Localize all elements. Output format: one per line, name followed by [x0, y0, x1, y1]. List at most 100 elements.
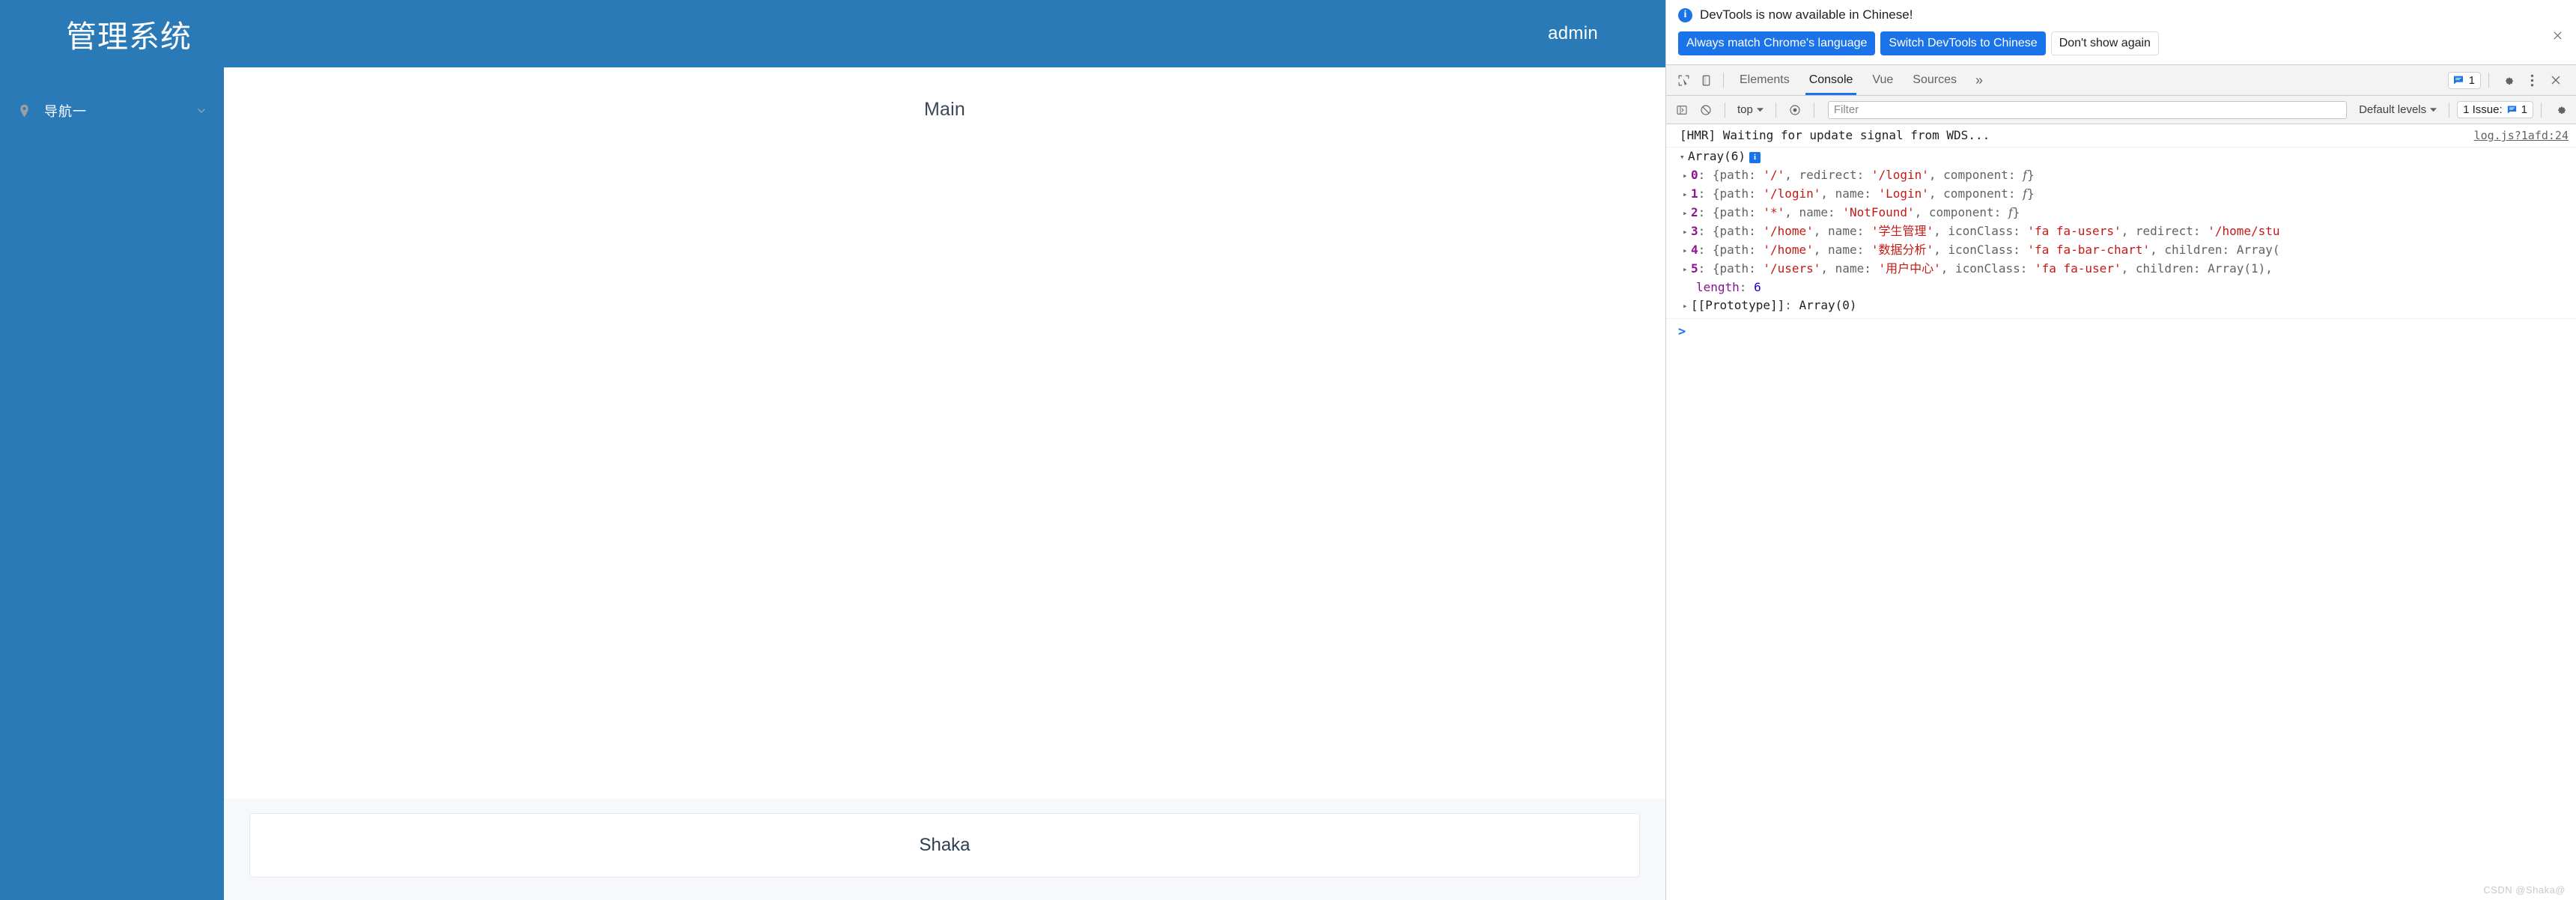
- tabbar-right-divider: [2488, 73, 2489, 88]
- content-blank-space: [224, 121, 1665, 798]
- console-prompt-caret: >: [1678, 324, 1686, 340]
- console-filter-bar: top Default levels: [1666, 96, 2576, 125]
- devtools-tabbar: Elements Console Vue Sources » 1: [1666, 64, 2576, 97]
- main-content-label: Main: [924, 99, 965, 120]
- footer-label: Shaka: [919, 835, 970, 855]
- location-pin-icon: [16, 103, 32, 119]
- devtools-panel: i DevTools is now available in Chinese! …: [1665, 0, 2576, 900]
- array-entry-row[interactable]: ▸ 5: {path: '/users', name: '用户中心', iconC…: [1666, 260, 2576, 279]
- prototype-key: [[Prototype]]: [1691, 298, 1785, 313]
- app-content-area: Main Shaka: [224, 67, 1665, 900]
- footer-card: Shaka: [249, 813, 1640, 878]
- app-main-column: admin Main Shaka: [224, 0, 1665, 900]
- message-badge-icon: [2453, 76, 2463, 85]
- expand-arrow-icon[interactable]: ▸: [1683, 242, 1691, 260]
- tab-sources[interactable]: Sources: [1903, 65, 1966, 95]
- close-devtools-icon[interactable]: [2545, 69, 2567, 91]
- message-badge-icon: [2507, 106, 2516, 114]
- expand-arrow-icon[interactable]: ▾: [1680, 148, 1688, 166]
- array-prototype-row[interactable]: ▸ [[Prototype]]: Array(0): [1666, 297, 2576, 315]
- tab-elements[interactable]: Elements: [1730, 65, 1799, 95]
- gear-icon[interactable]: [2497, 69, 2519, 91]
- web-app-viewport: 管理系统 导航一 admin Main Shaka: [0, 0, 1665, 900]
- banner-message: DevTools is now available in Chinese!: [1700, 7, 1913, 22]
- chevron-down-icon[interactable]: [195, 105, 207, 117]
- array-entry-row[interactable]: ▸ 0: {path: '/', redirect: '/login', comp…: [1666, 166, 2576, 185]
- tab-console[interactable]: Console: [1799, 65, 1863, 96]
- tabbar-right-actions: 1: [2447, 69, 2570, 91]
- expand-arrow-icon[interactable]: ▸: [1683, 167, 1691, 185]
- array-entry-row[interactable]: ▸ 2: {path: '*', name: 'NotFound', compon…: [1666, 204, 2576, 222]
- tabbar-divider: [1723, 73, 1724, 88]
- array-entry-index: 2: [1691, 205, 1698, 220]
- expand-arrow-icon[interactable]: ▸: [1683, 186, 1691, 204]
- sidebar-item-label: 导航一: [44, 104, 87, 119]
- console-message-list[interactable]: [HMR] Waiting for update signal from WDS…: [1666, 124, 2576, 900]
- always-match-chrome-language-button[interactable]: Always match Chrome's language: [1678, 31, 1876, 56]
- array-entry-value: {path: '/home', name: '数据分析', iconClass:…: [1712, 243, 2280, 258]
- issues-bar-label: 1 Issue:: [2463, 103, 2503, 117]
- console-array-header[interactable]: ▾ Array(6) i: [1666, 148, 2576, 166]
- devtools-tab-list: Elements Console Vue Sources »: [1730, 65, 1992, 96]
- array-entry-value: {path: '/login', name: 'Login', componen…: [1712, 186, 2035, 201]
- device-toolbar-icon[interactable]: [1695, 69, 1717, 91]
- tab-vue[interactable]: Vue: [1862, 65, 1903, 95]
- console-message-source-link[interactable]: log.js?1afd:24: [2474, 127, 2569, 145]
- app-footer: Shaka: [224, 798, 1665, 900]
- array-entry-index: 0: [1691, 168, 1698, 183]
- filterbar-divider-2: [1775, 102, 1776, 118]
- chevron-double-right-icon[interactable]: »: [1966, 65, 1992, 95]
- array-entry-row[interactable]: ▸ 4: {path: '/home', name: '数据分析', iconCl…: [1666, 241, 2576, 260]
- array-entry-row[interactable]: ▸ 3: {path: '/home', name: '学生管理', iconCl…: [1666, 222, 2576, 241]
- app-body: 管理系统 导航一 admin Main Shaka: [0, 0, 1665, 900]
- console-message-text: [HMR] Waiting for update signal from WDS…: [1680, 128, 1990, 143]
- console-message-hmr[interactable]: [HMR] Waiting for update signal from WDS…: [1666, 124, 2576, 148]
- devtools-language-banner: i DevTools is now available in Chinese! …: [1666, 0, 2576, 65]
- execution-context-label: top: [1737, 103, 1753, 117]
- dont-show-again-button[interactable]: Don't show again: [2050, 31, 2159, 56]
- array-entry-index: 4: [1691, 243, 1698, 258]
- switch-devtools-to-chinese-button[interactable]: Switch DevTools to Chinese: [1880, 31, 2046, 56]
- array-entry-index: 5: [1691, 261, 1698, 276]
- array-entry-value: {path: '*', name: 'NotFound', component:…: [1712, 205, 2020, 220]
- inspect-cursor-icon[interactable]: [1672, 69, 1695, 91]
- app-header: admin: [224, 0, 1665, 67]
- screen-root: 管理系统 导航一 admin Main Shaka i DevTools is …: [0, 0, 2576, 900]
- sidebar-item-nav-one[interactable]: 导航一: [0, 94, 224, 127]
- console-sidebar-icon[interactable]: [1671, 99, 1693, 121]
- console-prompt[interactable]: >: [1666, 319, 2576, 341]
- array-entry-value: {path: '/users', name: '用户中心', iconClass…: [1712, 261, 2273, 276]
- array-entry-index: 1: [1691, 186, 1698, 201]
- caret-down-icon: [2430, 108, 2437, 112]
- issues-counter-button[interactable]: 1: [2447, 71, 2481, 89]
- banner-close-icon[interactable]: [2549, 27, 2566, 43]
- expand-arrow-icon[interactable]: ▸: [1683, 261, 1691, 279]
- issues-count: 1: [2468, 73, 2475, 87]
- sidebar: 管理系统 导航一: [0, 0, 224, 900]
- expand-arrow-icon[interactable]: ▸: [1683, 223, 1691, 241]
- array-entry-value: {path: '/', redirect: '/login', componen…: [1712, 168, 2035, 183]
- app-brand-title: 管理系统: [66, 19, 192, 54]
- kebab-menu-icon[interactable]: [2521, 69, 2543, 91]
- array-length-key: length: [1696, 280, 1740, 295]
- info-icon: i: [1678, 7, 1692, 22]
- issues-bar-button[interactable]: 1 Issue: 1: [2457, 101, 2533, 119]
- array-entry-index: 3: [1691, 224, 1698, 239]
- expand-arrow-icon[interactable]: ▸: [1683, 297, 1691, 315]
- console-settings-gear-icon[interactable]: [2549, 99, 2572, 121]
- eye-icon[interactable]: [1784, 99, 1806, 121]
- current-user-label[interactable]: admin: [1548, 23, 1598, 44]
- filterbar-divider-5: [2541, 102, 2542, 118]
- array-entry-value: {path: '/home', name: '学生管理', iconClass:…: [1712, 224, 2280, 239]
- console-array-group: Menu.vue?ae1e:27 ▾Array(6)i ▸0: {path: '…: [1666, 148, 2576, 320]
- clear-console-icon[interactable]: [1695, 99, 1717, 121]
- banner-actions: Always match Chrome's language Switch De…: [1678, 31, 2566, 56]
- info-badge-icon[interactable]: i: [1749, 152, 1761, 164]
- expand-arrow-icon[interactable]: ▸: [1683, 204, 1691, 222]
- prototype-value: Array(0): [1799, 298, 1857, 313]
- array-entry-row[interactable]: ▸ 1: {path: '/login', name: 'Login', comp…: [1666, 185, 2576, 204]
- console-filter-input[interactable]: [1827, 100, 2348, 119]
- log-levels-dropdown[interactable]: Default levels: [2354, 102, 2441, 118]
- watermark-label: CSDN @Shaka@: [2483, 884, 2566, 896]
- execution-context-selector[interactable]: top: [1733, 102, 1768, 118]
